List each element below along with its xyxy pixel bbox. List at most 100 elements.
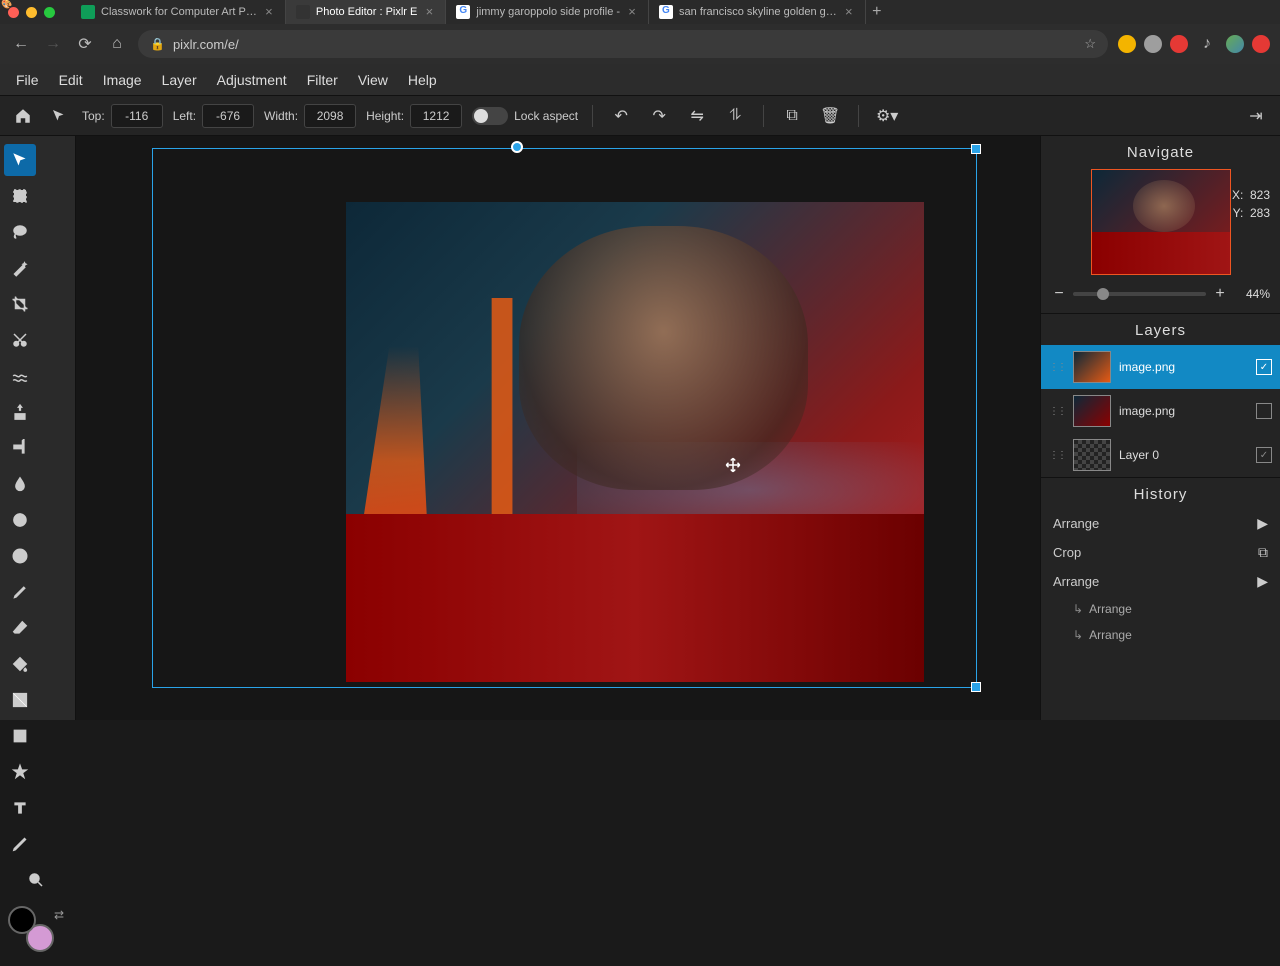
navigator-thumbnail[interactable]: [1091, 169, 1231, 275]
menu-layer[interactable]: Layer: [162, 72, 197, 88]
layer-thumbnail[interactable]: [1073, 351, 1111, 383]
window-zoom-button[interactable]: [44, 7, 55, 18]
collapse-panel-button[interactable]: ⇥: [1242, 102, 1270, 130]
flip-horizontal-button[interactable]: ⇋: [683, 102, 711, 130]
menu-view[interactable]: View: [358, 72, 388, 88]
media-control-icon[interactable]: ♪: [1196, 33, 1218, 55]
menu-adjustment[interactable]: Adjustment: [217, 72, 287, 88]
zoom-tool[interactable]: [20, 864, 52, 896]
layer-row[interactable]: ⋮⋮ Layer 0 ✓: [1041, 433, 1280, 477]
tab-close-button[interactable]: ×: [843, 6, 855, 18]
browser-tab[interactable]: jimmy garoppolo side profile - ×: [446, 0, 649, 24]
top-input[interactable]: [111, 104, 163, 128]
text-tool[interactable]: [4, 792, 36, 824]
tab-close-button[interactable]: ×: [626, 6, 638, 18]
history-item[interactable]: ↳Arrange: [1041, 622, 1280, 648]
layer-row[interactable]: ⋮⋮ image.png ✓: [1041, 345, 1280, 389]
settings-gear-icon[interactable]: ⚙▾: [873, 102, 901, 130]
layer-name[interactable]: image.png: [1119, 360, 1248, 374]
menu-filter[interactable]: Filter: [307, 72, 338, 88]
wand-tool[interactable]: [4, 252, 36, 284]
height-input[interactable]: [410, 104, 462, 128]
canvas-area[interactable]: [76, 136, 1040, 720]
zoom-in-button[interactable]: +: [1212, 285, 1228, 303]
fill-tool[interactable]: [4, 648, 36, 680]
resize-handle[interactable]: [971, 682, 981, 692]
duplicate-button[interactable]: ⧉: [778, 102, 806, 130]
layer-row[interactable]: ⋮⋮ image.png: [1041, 389, 1280, 433]
lasso-tool[interactable]: [4, 216, 36, 248]
marquee-tool[interactable]: [4, 180, 36, 212]
home-icon[interactable]: [10, 103, 36, 129]
lock-aspect-toggle[interactable]: [472, 107, 508, 125]
zoom-out-button[interactable]: −: [1051, 285, 1067, 303]
gradient-tool[interactable]: [4, 684, 36, 716]
draw-tool[interactable]: [4, 576, 36, 608]
layer-visibility-toggle[interactable]: ✓: [1256, 447, 1272, 463]
history-item[interactable]: Arrange ▶: [1041, 509, 1280, 538]
menu-edit[interactable]: Edit: [59, 72, 83, 88]
arrange-tool[interactable]: [4, 144, 36, 176]
history-item[interactable]: Crop ⧉: [1041, 538, 1280, 567]
eraser-tool[interactable]: [4, 612, 36, 644]
window-minimize-button[interactable]: [26, 7, 37, 18]
crop-tool[interactable]: [4, 288, 36, 320]
color-picker[interactable]: ⇄: [8, 906, 68, 966]
layer-thumbnail[interactable]: [1073, 439, 1111, 471]
new-tab-button[interactable]: +: [866, 3, 888, 21]
undo-button[interactable]: ↶: [607, 102, 635, 130]
browser-tab[interactable]: Photo Editor : Pixlr E ×: [286, 0, 447, 24]
resize-handle[interactable]: [971, 144, 981, 154]
layer-drag-handle[interactable]: ⋮⋮: [1049, 450, 1065, 461]
swap-colors-icon[interactable]: ⇄: [54, 908, 64, 922]
extension-icon[interactable]: [1144, 35, 1162, 53]
layer-name[interactable]: Layer 0: [1119, 448, 1248, 462]
pen-tool[interactable]: [4, 828, 36, 860]
extension-icon[interactable]: [1118, 35, 1136, 53]
redo-button[interactable]: ↷: [645, 102, 673, 130]
clone-tool[interactable]: [4, 396, 36, 428]
cutout-tool[interactable]: [4, 324, 36, 356]
reload-button[interactable]: ⟳: [74, 33, 96, 55]
sponge-tool[interactable]: [4, 540, 36, 572]
arrange-tool-icon[interactable]: [46, 103, 72, 129]
layer-visibility-toggle[interactable]: ✓: [1256, 359, 1272, 375]
browser-tab[interactable]: san francisco skyline golden g… ×: [649, 0, 866, 24]
delete-button[interactable]: 🗑: [816, 102, 844, 130]
blur-tool[interactable]: [4, 468, 36, 500]
layer-visibility-toggle[interactable]: [1256, 403, 1272, 419]
layer-name[interactable]: image.png: [1119, 404, 1248, 418]
flip-vertical-button[interactable]: ⥮: [721, 102, 749, 130]
back-button[interactable]: ←: [10, 33, 32, 55]
layer-drag-handle[interactable]: ⋮⋮: [1049, 406, 1065, 417]
arrange-icon: ▶: [1257, 573, 1268, 590]
zoom-slider[interactable]: [1073, 292, 1206, 296]
menu-image[interactable]: Image: [103, 72, 142, 88]
profile-avatar[interactable]: [1226, 35, 1244, 53]
history-item[interactable]: ↳Arrange: [1041, 596, 1280, 622]
address-bar[interactable]: 🔒 pixlr.com/e/ ☆: [138, 30, 1108, 58]
menu-help[interactable]: Help: [408, 72, 437, 88]
menu-file[interactable]: File: [16, 72, 39, 88]
star-tool[interactable]: [4, 756, 36, 788]
rotate-handle[interactable]: [511, 141, 523, 153]
tab-close-button[interactable]: ×: [423, 6, 435, 18]
left-input[interactable]: [202, 104, 254, 128]
tab-close-button[interactable]: ×: [263, 6, 275, 18]
heal-tool[interactable]: [4, 432, 36, 464]
width-input[interactable]: [304, 104, 356, 128]
layer-drag-handle[interactable]: ⋮⋮: [1049, 362, 1065, 373]
home-button[interactable]: ⌂: [106, 33, 128, 55]
browser-tab[interactable]: Classwork for Computer Art P… ×: [71, 0, 286, 24]
forward-button[interactable]: →: [42, 33, 64, 55]
extension-icon[interactable]: [1170, 35, 1188, 53]
foreground-color-swatch[interactable]: [8, 906, 36, 934]
extension-icon[interactable]: [1252, 35, 1270, 53]
layer-thumbnail[interactable]: [1073, 395, 1111, 427]
shape-tool[interactable]: [4, 720, 36, 752]
liquify-tool[interactable]: [4, 360, 36, 392]
bookmark-star-icon[interactable]: ☆: [1084, 36, 1096, 52]
history-item[interactable]: Arrange ▶: [1041, 567, 1280, 596]
dodge-tool[interactable]: [4, 504, 36, 536]
transform-bounding-box[interactable]: [152, 148, 977, 688]
